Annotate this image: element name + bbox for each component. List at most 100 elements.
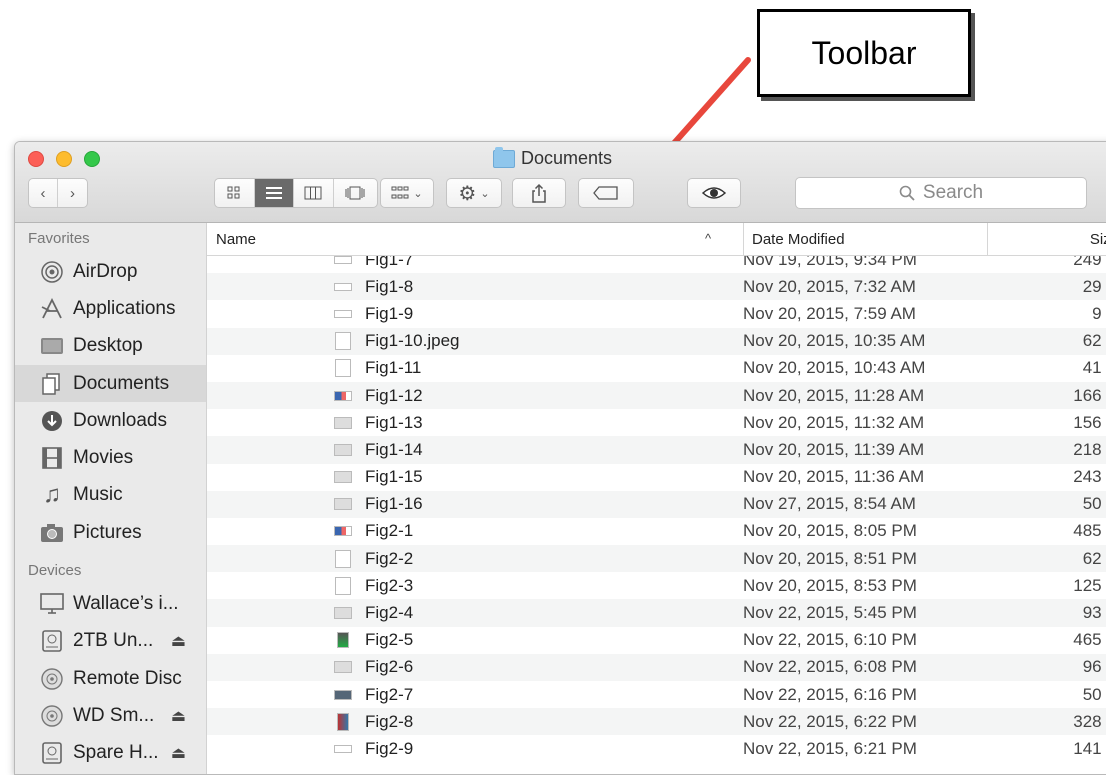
table-row[interactable]: Fig1-8 Nov 20, 2015, 7:32 AM 29 KB [207,273,1106,301]
sidebar-item-applications[interactable]: Applications [15,290,206,327]
file-thumbnail-icon [334,359,352,378]
table-row[interactable]: Fig1-14 Nov 20, 2015, 11:39 AM 218 KB [207,436,1106,464]
table-row[interactable]: Fig2-8 Nov 22, 2015, 6:22 PM 328 KB [207,708,1106,736]
table-row[interactable]: Fig2-2 Nov 20, 2015, 8:51 PM 62 KB [207,545,1106,573]
cover-flow-button[interactable] [334,179,377,207]
file-rows: Fig1-7Nov 19, 2015, 9:34 PM249 KBFig1-8N… [207,246,1106,763]
gear-icon: ⚙ [458,182,477,205]
file-name: Fig1-14 [365,439,423,459]
table-row[interactable]: Fig1-15 Nov 20, 2015, 11:36 AM 243 KB [207,464,1106,491]
table-row[interactable]: Fig1-9 Nov 20, 2015, 7:59 AM 9 KB [207,300,1106,327]
file-date-modified: Nov 27, 2015, 8:54 AM [743,494,916,514]
sidebar-item-2tb-drive[interactable]: 2TB Un... ⏏ [15,623,206,660]
file-size: 243 KB [1073,467,1106,487]
table-row[interactable]: Fig2-3 Nov 20, 2015, 8:53 PM 125 KB [207,572,1106,599]
sidebar-item-remote-disc[interactable]: Remote Disc [15,660,206,697]
zoom-button[interactable] [84,151,100,167]
file-size: 41 KB [1082,358,1106,378]
documents-icon [39,372,65,396]
file-thumbnail-icon [334,495,352,513]
window-title: Documents [493,146,612,169]
drive-icon [39,741,65,765]
search-icon [899,185,915,201]
table-row[interactable]: Fig2-1 Nov 20, 2015, 8:05 PM 485 KB [207,518,1106,545]
table-row[interactable]: Fig2-6 Nov 22, 2015, 6:08 PM 96 KB [207,653,1106,681]
eye-icon [702,187,726,199]
file-date-modified: Nov 20, 2015, 7:32 AM [743,276,916,296]
close-button[interactable] [28,151,44,167]
sidebar-section-devices: Devices [28,561,82,579]
file-thumbnail-icon [334,686,352,704]
file-name: Fig2-1 [365,521,414,541]
column-header-size[interactable]: Size [987,223,1106,255]
file-name: Fig2-9 [365,738,414,758]
file-date-modified: Nov 20, 2015, 11:36 AM [743,467,925,487]
drive-icon [39,629,65,653]
sidebar-item-movies[interactable]: Movies [15,439,206,476]
sidebar-item-desktop[interactable]: Desktop [15,328,206,365]
file-size: 218 KB [1073,439,1106,459]
file-thumbnail-icon [334,631,352,649]
action-button[interactable]: ⚙ ⌄ [446,178,502,208]
file-thumbnail-icon [334,740,352,758]
back-button[interactable]: ‹ [29,179,59,207]
table-row[interactable]: Fig2-9 Nov 22, 2015, 6:21 PM 141 KB [207,735,1106,762]
eject-icon[interactable]: ⏏ [171,631,186,651]
column-view-button[interactable] [294,179,334,207]
file-date-modified: Nov 20, 2015, 8:05 PM [743,521,917,541]
table-row[interactable]: Fig1-10.jpeg Nov 20, 2015, 10:35 AM 62 KB [207,327,1106,355]
table-row[interactable]: Fig2-5 Nov 22, 2015, 6:10 PM 465 KB [207,627,1106,654]
sidebar-item-wd-drive[interactable]: WD Sm... ⏏ [15,697,206,734]
sidebar-item-label: 2TB Un... [73,630,154,652]
icon-view-button[interactable] [215,179,255,207]
sidebar-item-computer[interactable]: Wallace’s i... [15,585,206,622]
sidebar-item-airdrop[interactable]: AirDrop [15,253,206,290]
column-header-date[interactable]: Date Modified [743,223,986,255]
file-name: Fig2-2 [365,548,414,568]
file-size: 166 KB [1073,385,1106,405]
sidebar-item-documents[interactable]: Documents [15,364,206,403]
arrange-button[interactable]: ⌄ [380,178,434,208]
file-thumbnail-icon [334,576,352,595]
sidebar-item-spare-drive[interactable]: Spare H... ⏏ [15,735,206,772]
sidebar-item-music[interactable]: ♫ Music [15,477,206,514]
list-view-button[interactable] [254,179,295,207]
file-date-modified: Nov 22, 2015, 6:22 PM [743,711,917,731]
file-date-modified: Nov 22, 2015, 6:21 PM [743,738,917,758]
file-size: 96 KB [1082,657,1106,677]
column-header: Name ^ Date Modified Size [207,223,1106,256]
table-row[interactable]: Fig1-13 Nov 20, 2015, 11:32 AM 156 KB [207,409,1106,436]
file-date-modified: Nov 22, 2015, 6:16 PM [743,684,917,704]
table-row[interactable]: Fig2-7 Nov 22, 2015, 6:16 PM 50 KB [207,681,1106,708]
table-row[interactable]: Fig2-4 Nov 22, 2015, 5:45 PM 93 KB [207,599,1106,627]
share-button[interactable] [512,178,566,208]
minimize-button[interactable] [56,151,72,167]
sidebar-item-pictures[interactable]: Pictures [15,514,206,551]
sort-ascending-icon: ^ [705,231,712,246]
quick-look-button[interactable] [687,178,741,208]
share-icon [532,183,546,203]
search-field[interactable]: Search [795,177,1087,209]
toolbar-callout: Toolbar [757,9,971,97]
icon-view-icon [227,186,240,199]
tag-icon [593,186,618,200]
file-size: 141 KB [1073,738,1106,758]
pictures-icon [39,521,65,545]
file-size: 125 KB [1073,575,1106,595]
file-name: Fig2-7 [365,684,414,704]
table-row[interactable]: Fig1-12 Nov 20, 2015, 11:28 AM 166 KB [207,381,1106,410]
file-name: Fig2-6 [365,657,414,677]
sidebar-item-label: Downloads [73,409,167,431]
sidebar-item-label: WD Sm... [73,704,155,726]
sidebar-item-downloads[interactable]: Downloads [15,402,206,439]
sidebar-item-label: Documents [73,372,170,394]
eject-icon[interactable]: ⏏ [171,706,186,726]
forward-button[interactable]: › [58,179,87,207]
table-row[interactable]: Fig1-11 Nov 20, 2015, 10:43 AM 41 KB [207,355,1106,382]
column-header-name[interactable]: Name [216,223,726,255]
eject-icon[interactable]: ⏏ [171,743,186,763]
view-mode-control [214,178,378,208]
table-row[interactable]: Fig1-16 Nov 27, 2015, 8:54 AM 50 KB [207,490,1106,518]
tags-button[interactable] [578,178,634,208]
file-date-modified: Nov 20, 2015, 11:39 AM [743,439,925,459]
